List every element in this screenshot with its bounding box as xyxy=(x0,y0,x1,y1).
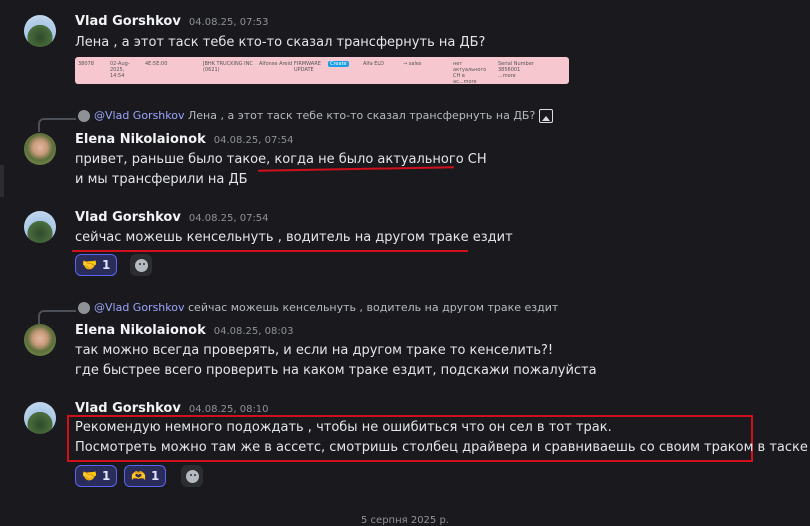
avatar[interactable] xyxy=(24,15,56,47)
preview-cell: Alfonse Areid xyxy=(259,61,293,67)
reply-avatar xyxy=(78,302,90,314)
timestamp: 04.08.25, 08:03 xyxy=(213,326,294,337)
preview-cell: JBHK TRUCKING INC (0621) xyxy=(203,61,253,73)
message-text: и мы трансферили на ДБ xyxy=(75,172,248,187)
message-header: Vlad Gorshkov 04.08.25, 07:54 xyxy=(75,210,269,225)
message-header: Vlad Gorshkov 04.08.25, 08:10 xyxy=(75,401,269,416)
author-name[interactable]: Elena Nikolaionok xyxy=(75,323,206,338)
author-name[interactable]: Elena Nikolaionok xyxy=(75,132,206,147)
highlight-underline xyxy=(72,250,468,252)
message-text: Лена , а этот таск тебе кто-то сказал тр… xyxy=(75,35,486,50)
message-header: Elena Nikolaionok 04.08.25, 08:03 xyxy=(75,323,293,338)
author-name[interactable]: Vlad Gorshkov xyxy=(75,14,181,29)
message-text: Рекомендую немного подождать , чтобы не … xyxy=(75,420,612,435)
reaction-handshake[interactable]: 🤝 1 xyxy=(75,254,118,276)
timestamp: 04.08.25, 07:54 xyxy=(213,135,294,146)
avatar[interactable] xyxy=(24,133,56,165)
reply-connector xyxy=(38,310,76,324)
highlight-underline xyxy=(257,166,455,172)
reply-connector xyxy=(38,118,76,132)
message-header: Vlad Gorshkov 04.08.25, 07:53 xyxy=(75,14,269,29)
avatar[interactable] xyxy=(24,402,56,434)
handshake-emoji: 🤝 xyxy=(82,469,97,483)
add-reaction-icon xyxy=(134,258,148,272)
preview-tag: Create xyxy=(328,61,349,67)
reply-author[interactable]: @Vlad Gorshkov xyxy=(94,301,185,314)
message-text: так можно всегда проверять, и если на др… xyxy=(75,343,554,358)
preview-cell: Alfa ELD xyxy=(363,61,385,67)
scroll-indicator xyxy=(0,165,4,197)
reply-reference[interactable]: @Vlad Gorshkov сейчас можешь кенсельнуть… xyxy=(78,301,558,314)
message-text: привет, раньше было такое, когда не было… xyxy=(75,152,487,167)
add-reaction-button[interactable] xyxy=(130,254,152,276)
date-divider: 5 серпня 2025 р. xyxy=(361,515,449,526)
preview-cell: → sales xyxy=(403,61,422,67)
heart-hands-emoji: 🫶 xyxy=(131,469,146,483)
preview-cell: 02-Aug-2025, 14:54 xyxy=(110,61,130,79)
timestamp: 04.08.25, 08:10 xyxy=(188,404,269,415)
add-reaction-button[interactable] xyxy=(181,465,203,487)
preview-cell: 4E:5E:00 xyxy=(145,61,168,67)
timestamp: 04.08.25, 07:54 xyxy=(188,213,269,224)
image-attachment[interactable]: 38078 02-Aug-2025, 14:54 4E:5E:00 JBHK T… xyxy=(75,57,569,85)
reaction-handshake[interactable]: 🤝 1 xyxy=(75,465,118,487)
avatar[interactable] xyxy=(24,324,56,356)
reply-author[interactable]: @Vlad Gorshkov xyxy=(94,109,185,122)
reply-text: сейчас можешь кенсельнуть , водитель на … xyxy=(188,301,559,314)
avatar[interactable] xyxy=(24,211,56,243)
reaction-heart-hands[interactable]: 🫶 1 xyxy=(124,465,167,487)
reaction-count: 1 xyxy=(150,469,160,483)
author-name[interactable]: Vlad Gorshkov xyxy=(75,210,181,225)
reaction-count: 1 xyxy=(101,469,111,483)
reaction-count: 1 xyxy=(101,258,111,272)
message-text: сейчас можешь кенсельнуть , водитель на … xyxy=(75,230,513,245)
author-name[interactable]: Vlad Gorshkov xyxy=(75,401,181,416)
image-icon xyxy=(539,109,554,123)
reply-avatar xyxy=(78,110,90,122)
message-text: Посмотреть можно там же в ассетс, смотри… xyxy=(75,440,808,455)
preview-cell: Serial Number 3856001 ...more xyxy=(498,61,534,79)
handshake-emoji: 🤝 xyxy=(82,258,97,272)
preview-cell: 38078 xyxy=(78,61,94,67)
add-reaction-icon xyxy=(185,469,199,483)
preview-cell: нет актуального CH в ас...more xyxy=(453,61,487,85)
message-header: Elena Nikolaionok 04.08.25, 07:54 xyxy=(75,132,293,147)
message-text: где быстрее всего проверить на каком тра… xyxy=(75,363,597,378)
reply-text: Лена , а этот таск тебе кто-то сказал тр… xyxy=(188,109,536,122)
timestamp: 04.08.25, 07:53 xyxy=(188,17,269,28)
reply-reference[interactable]: @Vlad Gorshkov Лена , а этот таск тебе к… xyxy=(78,109,554,123)
preview-cell: FIRMWARE UPDATE xyxy=(294,61,321,73)
